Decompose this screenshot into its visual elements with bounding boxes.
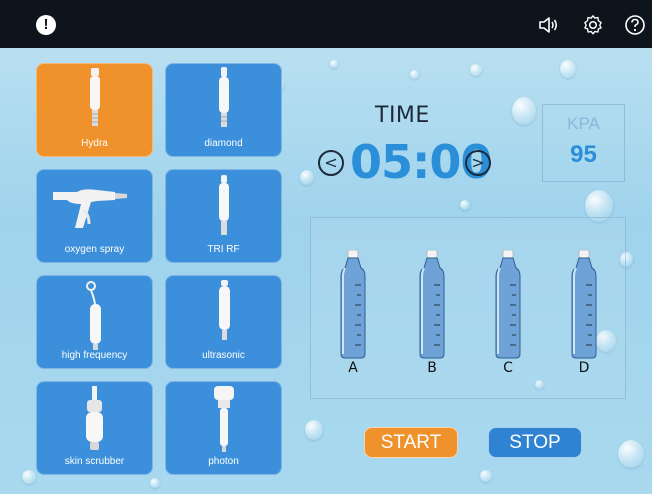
bottle-d-icon[interactable] — [570, 250, 598, 360]
tile-label: diamond — [204, 138, 243, 149]
volume-icon[interactable] — [537, 14, 559, 36]
top-bar: ! — [0, 0, 652, 48]
kpa-value: 95 — [570, 141, 597, 168]
tile-label: oxygen spray — [64, 244, 125, 255]
tile-skin-scrubber[interactable]: skin scrubber — [36, 381, 153, 475]
help-icon[interactable] — [624, 14, 646, 36]
tile-hydra[interactable]: Hydra — [36, 63, 153, 157]
tile-tri-rf[interactable]: TRI RF — [165, 169, 282, 263]
time-increase-button[interactable]: > — [465, 150, 491, 176]
bottle-a-icon[interactable] — [339, 250, 367, 360]
bottle-c-icon[interactable] — [494, 250, 522, 360]
bottle-label: D — [578, 360, 590, 376]
tile-label: photon — [208, 456, 239, 467]
tile-oxygen-spray[interactable]: oxygen spray — [36, 169, 153, 263]
bottle-b-icon[interactable] — [418, 250, 446, 360]
kpa-label: KPA — [567, 114, 600, 133]
tile-label: Hydra — [81, 138, 108, 149]
time-value: 05:00 — [350, 135, 492, 189]
alert-icon[interactable]: ! — [36, 15, 56, 35]
tile-ultrasonic[interactable]: ultrasonic — [165, 275, 282, 369]
start-button[interactable]: START — [364, 427, 458, 458]
tile-label: high frequency — [61, 350, 128, 361]
time-title: TIME — [375, 103, 430, 128]
bottle-label: B — [427, 360, 437, 376]
tile-label: TRI RF — [207, 244, 240, 255]
bottle-label: A — [348, 360, 358, 376]
time-decrease-button[interactable]: < — [318, 150, 344, 176]
stop-button[interactable]: STOP — [488, 427, 582, 458]
tile-label: ultrasonic — [202, 350, 245, 361]
tile-diamond[interactable]: diamond — [165, 63, 282, 157]
bottle-label: C — [503, 360, 513, 376]
kpa-panel: KPA 95 — [542, 104, 625, 182]
settings-icon[interactable] — [582, 14, 604, 36]
tile-photon[interactable]: photon — [165, 381, 282, 475]
tile-high-frequency[interactable]: high frequency — [36, 275, 153, 369]
tile-label: skin scrubber — [64, 456, 125, 467]
